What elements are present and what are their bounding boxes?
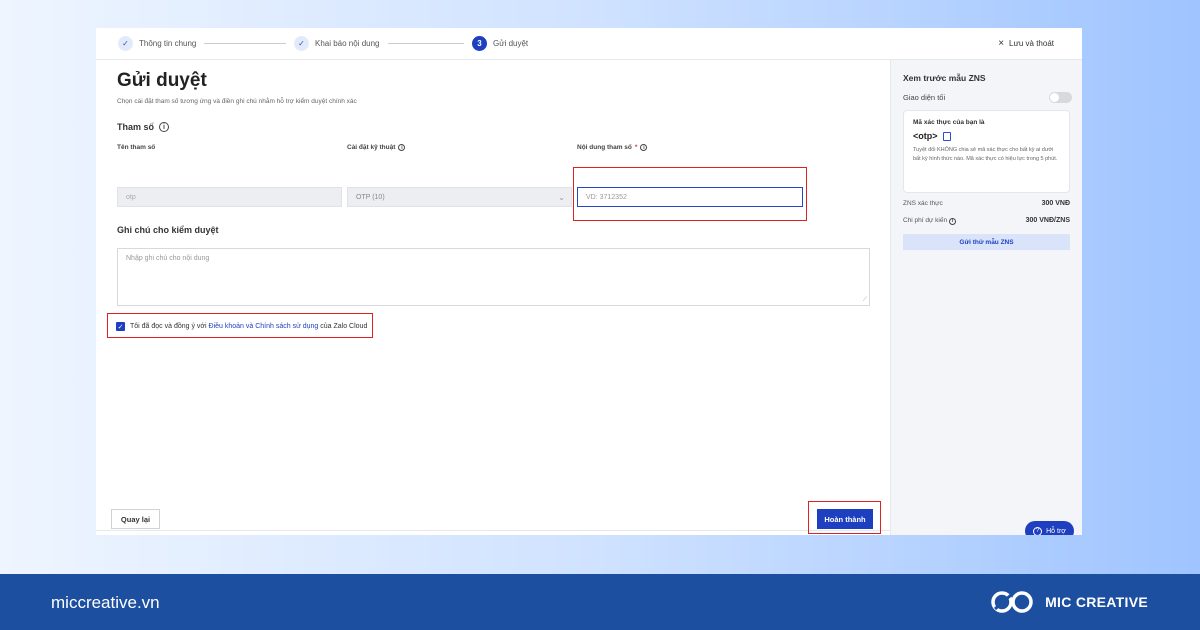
estimated-cost-label: Chi phí dự kiến i (903, 217, 956, 225)
param-setting-label: Cài đặt kỹ thuật i (347, 144, 406, 151)
close-icon: × (998, 38, 1005, 49)
step-number: 3 (472, 36, 487, 51)
param-name-field: otp (117, 187, 342, 207)
review-notes-textarea[interactable]: Nhập ghi chú cho nội dung ⟋ (117, 248, 870, 306)
send-test-button[interactable]: Gửi thử mẫu ZNS (903, 234, 1070, 250)
brand-name: MIC CREATIVE (1045, 594, 1148, 610)
step-submit[interactable]: 3 Gửi duyệt (472, 36, 528, 51)
preview-card: Mã xác thực của bạn là <otp> Tuyệt đối K… (903, 110, 1070, 193)
step-connector (388, 43, 464, 44)
step-label: Gửi duyệt (493, 39, 529, 48)
save-exit-label: Lưu và thoát (1009, 39, 1054, 48)
zns-price-label: ZNS xác thực (903, 200, 943, 207)
support-button[interactable]: ? Hỗ trợ (1025, 521, 1074, 535)
estimated-cost-label-text: Chi phí dự kiến (903, 217, 948, 224)
info-icon[interactable]: i (159, 122, 170, 132)
mic-logo-icon (991, 591, 1033, 613)
estimated-cost-row: Chi phí dự kiến i 300 VNĐ/ZNS (903, 217, 1070, 225)
page-title: Gửi duyệt (117, 70, 207, 91)
site-url: miccreative.vn (51, 593, 160, 612)
param-content-label: Nội dung tham số * i (577, 144, 648, 151)
step-general-info[interactable]: ✓ Thông tin chung (118, 36, 196, 51)
param-setting-label-text: Cài đặt kỹ thuật (347, 144, 396, 151)
finish-button[interactable]: Hoàn thành (817, 509, 873, 529)
agreement-checkbox[interactable]: ✓ (116, 322, 125, 331)
brand-bar: miccreative.vn MIC CREATIVE (0, 574, 1200, 630)
estimated-cost-value: 300 VNĐ/ZNS (1025, 217, 1070, 224)
param-name-label-text: Tên tham số (117, 144, 156, 151)
param-content-placeholder: VD: 3712352 (586, 193, 627, 201)
notes-section-title: Ghi chú cho kiểm duyệt (117, 225, 219, 235)
step-connector (204, 43, 286, 44)
page-subtitle: Chọn cài đặt tham số tương ứng và điền g… (117, 98, 357, 105)
agreement-prefix: Tôi đã đọc và đồng ý với (130, 323, 207, 330)
notes-title: Ghi chú cho kiểm duyệt (117, 225, 219, 235)
step-label: Thông tin chung (139, 39, 197, 48)
otp-placeholder: <otp> (913, 131, 938, 141)
param-content-input[interactable]: VD: 3712352 (577, 187, 803, 207)
step-content-declaration[interactable]: ✓ Khai báo nội dung (294, 36, 380, 51)
info-icon[interactable]: i (398, 144, 406, 151)
check-icon: ✓ (294, 36, 309, 51)
preview-title: Xem trước mẫu ZNS (903, 73, 986, 83)
save-exit-button[interactable]: × Lưu và thoát (998, 38, 1054, 49)
required-mark: * (634, 144, 638, 151)
card-heading: Mã xác thực của bạn là (913, 119, 985, 126)
copy-icon[interactable] (942, 131, 951, 141)
params-title: Tham số (117, 122, 155, 132)
param-content-label-text: Nội dung tham số (577, 144, 632, 151)
app-window: ✓ Thông tin chung ✓ Khai báo nội dung 3 … (96, 28, 1082, 535)
notes-placeholder: Nhập ghi chú cho nội dung (126, 255, 210, 262)
terms-link[interactable]: Điều khoản và Chính sách sử dụng (209, 323, 319, 330)
support-label: Hỗ trợ (1046, 527, 1066, 535)
agreement-suffix: của Zalo Cloud (320, 323, 368, 330)
card-otp: <otp> (913, 131, 1060, 141)
param-name-label: Tên tham số (117, 144, 155, 151)
back-button[interactable]: Quay lại (111, 509, 160, 529)
info-icon[interactable]: i (948, 217, 956, 225)
brand-logo: MIC CREATIVE (989, 589, 1148, 615)
dark-mode-label: Giao diện tối (903, 93, 946, 102)
card-body: Tuyệt đối KHÔNG chia sẻ mã xác thực cho … (913, 147, 1058, 162)
step-label: Khai báo nội dung (315, 39, 380, 48)
stepper: ✓ Thông tin chung ✓ Khai báo nội dung 3 … (96, 28, 1082, 60)
main-form: Gửi duyệt Chọn cài đặt tham số tương ứng… (96, 60, 890, 535)
question-icon: ? (1033, 526, 1043, 535)
check-icon: ✓ (118, 36, 133, 51)
dark-mode-toggle[interactable] (1049, 92, 1072, 103)
technical-setting-value: OTP (10) (356, 193, 385, 201)
info-icon[interactable]: i (640, 144, 648, 151)
zns-price-row: ZNS xác thực 300 VNĐ (903, 200, 1070, 207)
params-section-title: Tham số i (117, 122, 170, 132)
resize-grip-icon[interactable]: ⟋ (863, 297, 867, 304)
zns-price-value: 300 VNĐ (1041, 200, 1070, 207)
param-name-value: otp (126, 193, 136, 201)
chevron-down-icon: ⌄ (558, 192, 565, 202)
footer-divider (96, 530, 890, 531)
agreement-row: ✓ Tôi đã đọc và đồng ý với Điều khoản và… (116, 322, 367, 331)
technical-setting-select[interactable]: OTP (10) ⌄ (347, 187, 572, 207)
agreement-text: Tôi đã đọc và đồng ý với Điều khoản và C… (130, 323, 367, 330)
zns-preview-panel: Xem trước mẫu ZNS Giao diện tối Mã xác t… (890, 60, 1082, 535)
